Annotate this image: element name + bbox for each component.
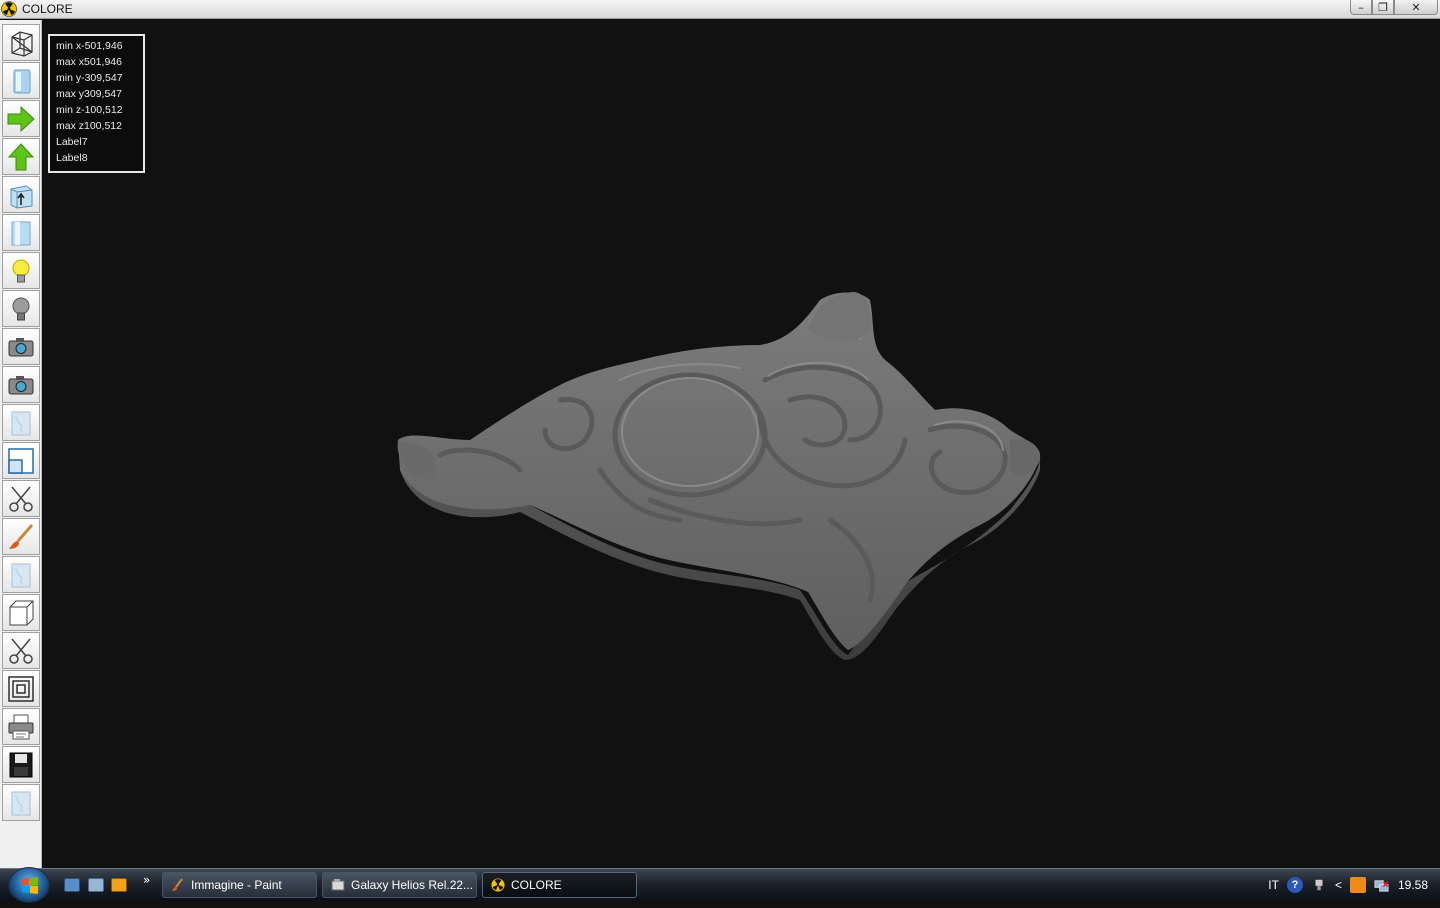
task-label: Immagine - Paint bbox=[191, 878, 282, 892]
camera-alt-icon bbox=[8, 375, 34, 394]
offset-contour-button[interactable] bbox=[2, 670, 40, 707]
floppy-disk-icon bbox=[9, 752, 33, 777]
label8: Label8 bbox=[56, 152, 88, 164]
lightbulb-on-icon bbox=[12, 259, 30, 282]
move-right-button[interactable] bbox=[2, 100, 40, 137]
show-desktop-icon[interactable] bbox=[64, 878, 80, 892]
window-icon bbox=[8, 447, 34, 474]
solid-view-button[interactable] bbox=[2, 62, 40, 99]
show-hidden-icons-chevron[interactable]: < bbox=[1335, 878, 1342, 892]
min-x-label: min x-501,946 bbox=[56, 40, 123, 52]
arrow-right-icon bbox=[7, 105, 35, 132]
helios-app-icon bbox=[331, 879, 345, 891]
taskbar: » Immagine - Paint Galaxy Helios Rel.22.… bbox=[0, 867, 1440, 903]
switch-windows-icon[interactable] bbox=[88, 878, 104, 892]
start-button[interactable] bbox=[8, 867, 50, 903]
quicklaunch-overflow-icon[interactable]: » bbox=[143, 873, 150, 887]
task-galaxy-helios[interactable]: Galaxy Helios Rel.22... bbox=[322, 872, 477, 898]
radiation-icon bbox=[491, 878, 505, 892]
task-label: Galaxy Helios Rel.22... bbox=[351, 878, 474, 892]
network-icon[interactable] bbox=[1374, 877, 1390, 893]
paint-app-icon bbox=[172, 878, 183, 891]
min-y-label: min y-309,547 bbox=[56, 72, 123, 84]
task-colore[interactable]: COLORE bbox=[482, 872, 637, 898]
wireframe-view-button[interactable] bbox=[2, 24, 40, 61]
update-icon[interactable] bbox=[1349, 877, 1366, 893]
lightbulb-off-icon bbox=[12, 297, 30, 320]
help-icon[interactable]: ? bbox=[1286, 877, 1303, 893]
light-on-button[interactable] bbox=[2, 252, 40, 289]
texture-icon bbox=[11, 411, 31, 435]
minimize-icon: – bbox=[1358, 0, 1364, 14]
scissors-icon bbox=[9, 486, 33, 512]
minimize-button[interactable]: – bbox=[1350, 0, 1372, 15]
texture-button[interactable] bbox=[2, 404, 40, 441]
scissors-alt-icon bbox=[9, 638, 33, 664]
solid-box-icon bbox=[13, 69, 31, 93]
cube-icon bbox=[9, 600, 34, 625]
radiation-icon bbox=[1, 1, 17, 17]
texture-third-icon bbox=[11, 791, 31, 815]
printer-icon bbox=[8, 714, 34, 739]
max-z-label: max z100,512 bbox=[56, 120, 122, 132]
print-button[interactable] bbox=[2, 708, 40, 745]
cylinder-button[interactable] bbox=[2, 214, 40, 251]
system-tray: IT ? < 19.58 bbox=[1268, 869, 1440, 901]
window-title: COLORE bbox=[22, 2, 73, 16]
arrow-up-icon bbox=[7, 142, 35, 170]
left-toolbar bbox=[0, 20, 42, 868]
save-button[interactable] bbox=[2, 746, 40, 783]
app-window: COLORE – ❐ ✕ min x-501,946 max x501,946 … bbox=[0, 0, 1440, 868]
bounds-info-panel: min x-501,946 max x501,946 min y-309,547… bbox=[48, 34, 145, 173]
cut-alt-button[interactable] bbox=[2, 632, 40, 669]
close-icon: ✕ bbox=[1411, 0, 1421, 14]
box-arrow-icon bbox=[10, 184, 33, 209]
model-render[interactable] bbox=[42, 20, 1440, 868]
camera-alt-button[interactable] bbox=[2, 366, 40, 403]
3d-viewport[interactable] bbox=[42, 20, 1440, 868]
cut-button[interactable] bbox=[2, 480, 40, 517]
extrude-button[interactable] bbox=[2, 176, 40, 213]
help-glyph: ? bbox=[1291, 879, 1299, 891]
paintbrush-icon bbox=[9, 523, 34, 549]
window-button[interactable] bbox=[2, 442, 40, 479]
language-indicator[interactable]: IT bbox=[1268, 878, 1279, 892]
max-x-label: max x501,946 bbox=[56, 56, 122, 68]
windows-logo-icon bbox=[22, 877, 38, 894]
texture-alt-icon bbox=[11, 563, 31, 587]
cylinder-icon bbox=[11, 221, 31, 245]
camera-icon bbox=[8, 337, 34, 356]
paint-button[interactable] bbox=[2, 518, 40, 555]
task-label: COLORE bbox=[511, 878, 562, 892]
task-paint[interactable]: Immagine - Paint bbox=[162, 872, 317, 898]
close-button[interactable]: ✕ bbox=[1394, 0, 1438, 15]
max-y-label: max y309,547 bbox=[56, 88, 122, 100]
camera-button[interactable] bbox=[2, 328, 40, 365]
restore-icon: ❐ bbox=[1378, 0, 1388, 14]
maximize-button[interactable]: ❐ bbox=[1372, 0, 1394, 15]
nested-squares-icon bbox=[8, 675, 34, 702]
texture-third-button[interactable] bbox=[2, 784, 40, 821]
min-z-label: min z-100,512 bbox=[56, 104, 123, 116]
move-up-button[interactable] bbox=[2, 138, 40, 175]
title-bar[interactable]: COLORE – ❐ ✕ bbox=[0, 0, 1440, 19]
clock[interactable]: 19.58 bbox=[1398, 878, 1428, 892]
media-player-icon[interactable] bbox=[111, 878, 127, 892]
cube-button[interactable] bbox=[2, 594, 40, 631]
wireframe-box-icon bbox=[11, 30, 33, 57]
texture-alt-button[interactable] bbox=[2, 556, 40, 593]
light-off-button[interactable] bbox=[2, 290, 40, 327]
safely-remove-icon[interactable] bbox=[1311, 877, 1327, 893]
label7: Label7 bbox=[56, 136, 88, 148]
